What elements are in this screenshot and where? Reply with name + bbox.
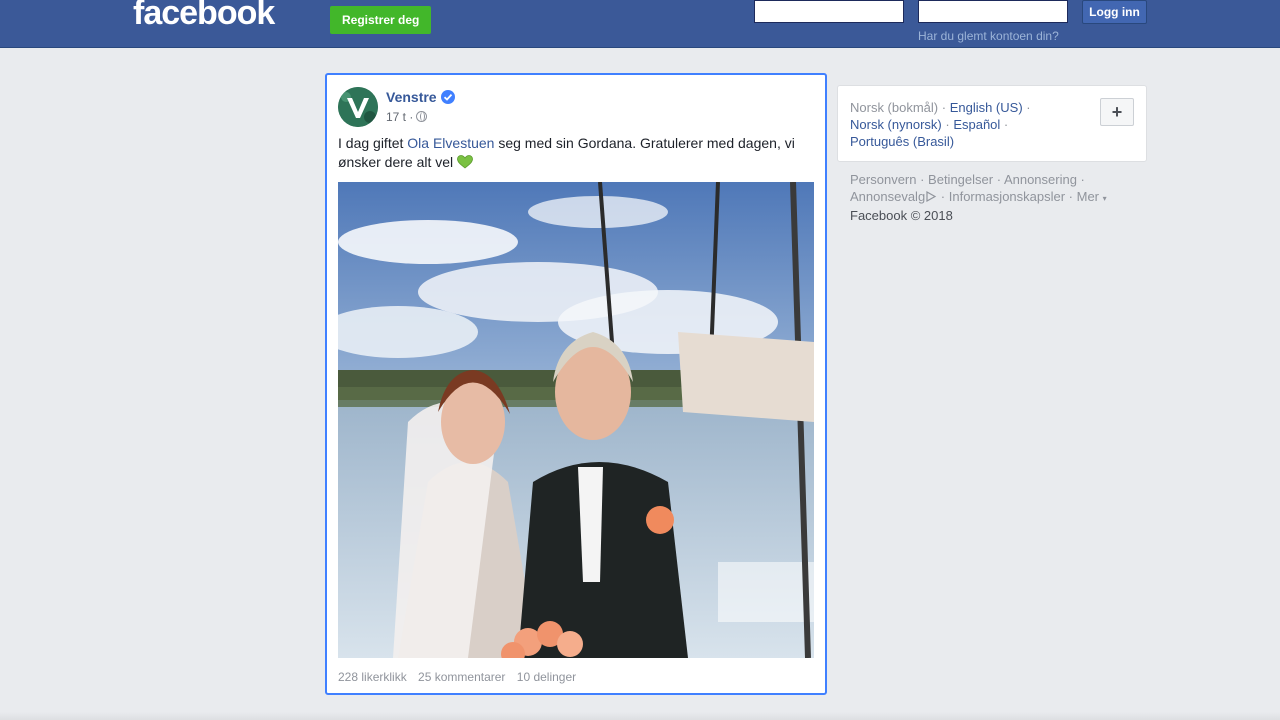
more-languages-button[interactable]: + — [1100, 98, 1134, 126]
language-list: Norsk (bokmål) · English (US) · Norsk (n… — [850, 100, 1031, 149]
email-input[interactable] — [754, 0, 904, 23]
post-text: I dag giftet Ola Elvestuen seg med sin G… — [338, 134, 808, 172]
comments-count[interactable]: 25 kommentarer — [418, 670, 505, 684]
facebook-logo[interactable]: facebook — [133, 0, 275, 33]
bottom-edge — [0, 712, 1280, 720]
copyright: Facebook © 2018 — [850, 208, 953, 223]
mention-link[interactable]: Ola Elvestuen — [407, 135, 494, 151]
page-name-link[interactable]: Venstre — [386, 89, 437, 105]
likes-count[interactable]: 228 likerklikk — [338, 670, 407, 684]
top-bar: facebook Registrer deg Logg inn Har du g… — [0, 0, 1280, 48]
caret-down-icon: ▾ — [1102, 194, 1107, 203]
language-portugues[interactable]: Português (Brasil) — [850, 134, 954, 149]
password-input[interactable] — [918, 0, 1068, 23]
language-nynorsk[interactable]: Norsk (nynorsk) — [850, 117, 942, 132]
footer-ad-choices[interactable]: Annonsevalg — [850, 189, 925, 204]
language-espanol[interactable]: Español — [953, 117, 1000, 132]
post-stats: 228 likerklikk 25 kommentarer 10 delinge… — [338, 670, 584, 684]
footer-terms[interactable]: Betingelser — [928, 172, 993, 187]
footer-links: Personvern · Betingelser · Annonsering ·… — [850, 172, 1107, 223]
register-button[interactable]: Registrer deg — [330, 6, 432, 34]
green-heart-icon — [457, 155, 474, 169]
post-card: Venstre 17 t · I dag giftet Ola Elvestue… — [325, 73, 827, 695]
page-avatar[interactable] — [338, 87, 378, 127]
footer-privacy[interactable]: Personvern — [850, 172, 916, 187]
current-language: Norsk (bokmål) — [850, 100, 939, 115]
shares-count[interactable]: 10 delinger — [517, 670, 576, 684]
footer-cookies[interactable]: Informasjonskapsler — [949, 189, 1065, 204]
venstre-logo-icon — [338, 87, 378, 127]
globe-icon — [416, 111, 428, 122]
language-selector: Norsk (bokmål) · English (US) · Norsk (n… — [837, 85, 1147, 162]
wedding-photo — [338, 182, 814, 658]
forgot-account-link[interactable]: Har du glemt kontoen din? — [918, 29, 1059, 43]
footer-more-label: Mer — [1076, 189, 1100, 204]
language-english[interactable]: English (US) — [950, 100, 1023, 115]
login-button[interactable]: Logg inn — [1082, 0, 1147, 24]
footer-advertising[interactable]: Annonsering — [1004, 172, 1077, 187]
footer-more[interactable]: Mer ▾ — [1077, 189, 1107, 204]
verified-badge-icon — [441, 90, 455, 104]
post-meta: 17 t · — [386, 110, 428, 124]
post-photo[interactable] — [338, 182, 814, 658]
post-text-before: I dag giftet — [338, 135, 408, 151]
ad-choices-icon — [926, 191, 937, 202]
post-timestamp[interactable]: 17 t · — [386, 110, 413, 124]
